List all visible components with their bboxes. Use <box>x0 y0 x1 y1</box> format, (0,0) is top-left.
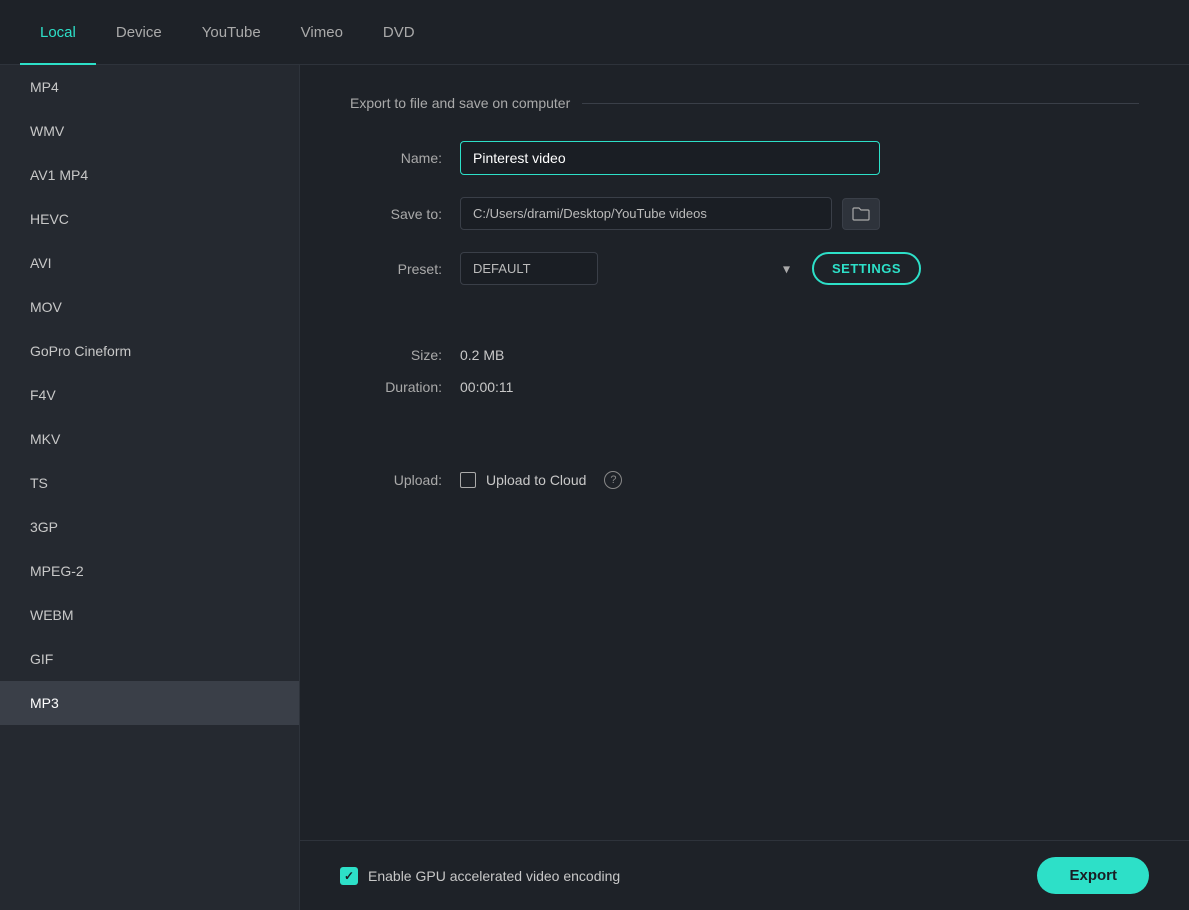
sidebar-item-gopro[interactable]: GoPro Cineform <box>0 329 299 373</box>
tab-device[interactable]: Device <box>96 0 182 65</box>
preset-label: Preset: <box>350 261 460 277</box>
upload-cloud-checkbox-wrapper[interactable]: Upload to Cloud ? <box>460 471 622 489</box>
browse-folder-button[interactable] <box>842 198 880 230</box>
save-to-control: C:/Users/drami/Desktop/YouTube videos <box>460 197 1139 230</box>
sidebar-item-avi[interactable]: AVI <box>0 241 299 285</box>
size-value: 0.2 MB <box>460 347 504 363</box>
export-button[interactable]: Export <box>1037 857 1149 894</box>
sidebar-item-3gp[interactable]: 3GP <box>0 505 299 549</box>
gpu-row: Enable GPU accelerated video encoding <box>340 867 620 885</box>
folder-icon <box>852 206 870 222</box>
save-to-label: Save to: <box>350 206 460 222</box>
main-layout: MP4 WMV AV1 MP4 HEVC AVI MOV GoPro Cinef… <box>0 65 1189 910</box>
duration-row: Duration: 00:00:11 <box>350 379 1139 395</box>
sidebar-item-mp4[interactable]: MP4 <box>0 65 299 109</box>
save-path-display: C:/Users/drami/Desktop/YouTube videos <box>460 197 832 230</box>
name-control <box>460 141 1139 175</box>
sidebar-item-webm[interactable]: WEBM <box>0 593 299 637</box>
size-row: Size: 0.2 MB <box>350 347 1139 363</box>
gpu-checkbox[interactable] <box>340 867 358 885</box>
duration-value: 00:00:11 <box>460 379 513 395</box>
upload-label: Upload: <box>350 472 460 488</box>
section-title: Export to file and save on computer <box>350 95 1139 111</box>
gpu-label: Enable GPU accelerated video encoding <box>368 868 620 884</box>
upload-cloud-checkbox[interactable] <box>460 472 476 488</box>
export-content: Export to file and save on computer Name… <box>300 65 1189 910</box>
sidebar-item-gif[interactable]: GIF <box>0 637 299 681</box>
preset-select[interactable]: DEFAULT HIGH QUALITY MEDIUM QUALITY LOW … <box>460 252 598 285</box>
preset-control: DEFAULT HIGH QUALITY MEDIUM QUALITY LOW … <box>460 252 1139 285</box>
preset-select-wrapper: DEFAULT HIGH QUALITY MEDIUM QUALITY LOW … <box>460 252 800 285</box>
sidebar-item-av1mp4[interactable]: AV1 MP4 <box>0 153 299 197</box>
format-sidebar: MP4 WMV AV1 MP4 HEVC AVI MOV GoPro Cinef… <box>0 65 300 910</box>
name-label: Name: <box>350 150 460 166</box>
sidebar-item-mkv[interactable]: MKV <box>0 417 299 461</box>
sidebar-item-hevc[interactable]: HEVC <box>0 197 299 241</box>
duration-label: Duration: <box>350 379 460 395</box>
settings-button[interactable]: SETTINGS <box>812 252 921 285</box>
tab-dvd[interactable]: DVD <box>363 0 435 65</box>
help-icon[interactable]: ? <box>604 471 622 489</box>
upload-cloud-label: Upload to Cloud <box>486 472 586 488</box>
tab-bar: Local Device YouTube Vimeo DVD <box>0 0 1189 65</box>
sidebar-item-mov[interactable]: MOV <box>0 285 299 329</box>
name-row: Name: <box>350 141 1139 175</box>
save-to-row: Save to: C:/Users/drami/Desktop/YouTube … <box>350 197 1139 230</box>
tab-vimeo[interactable]: Vimeo <box>281 0 363 65</box>
tab-youtube[interactable]: YouTube <box>182 0 281 65</box>
size-label: Size: <box>350 347 460 363</box>
preset-row: Preset: DEFAULT HIGH QUALITY MEDIUM QUAL… <box>350 252 1139 285</box>
sidebar-item-mp3[interactable]: MP3 <box>0 681 299 725</box>
sidebar-item-ts[interactable]: TS <box>0 461 299 505</box>
sidebar-item-wmv[interactable]: WMV <box>0 109 299 153</box>
upload-row: Upload: Upload to Cloud ? <box>350 471 1139 489</box>
sidebar-item-mpeg2[interactable]: MPEG-2 <box>0 549 299 593</box>
tab-local[interactable]: Local <box>20 0 96 65</box>
name-input[interactable] <box>460 141 880 175</box>
sidebar-item-f4v[interactable]: F4V <box>0 373 299 417</box>
bottom-bar: Enable GPU accelerated video encoding Ex… <box>300 840 1189 910</box>
